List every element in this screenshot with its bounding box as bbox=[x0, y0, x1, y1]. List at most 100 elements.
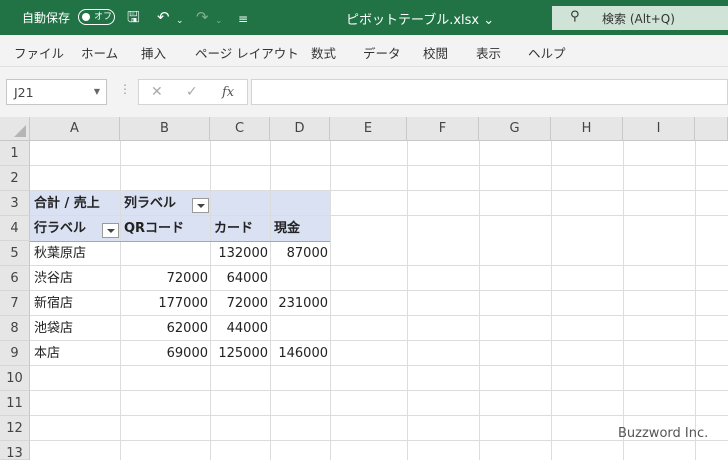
row-header-11[interactable]: 11 bbox=[0, 391, 30, 416]
name-box-value: J21 bbox=[14, 85, 34, 100]
cell-c9[interactable]: 125000 bbox=[210, 341, 268, 366]
column-header-e[interactable]: E bbox=[330, 117, 407, 141]
gridline bbox=[30, 390, 728, 391]
cell-b4[interactable]: QRコード bbox=[124, 216, 210, 241]
cell-b8[interactable]: 62000 bbox=[120, 316, 208, 341]
row-header-7[interactable]: 7 bbox=[0, 291, 30, 316]
cell-b5[interactable] bbox=[120, 241, 208, 266]
autosave-state: オフ bbox=[94, 12, 113, 22]
ribbon-tabs: ファイル ホーム 挿入 ページ レイアウト 数式 データ 校閲 表示 ヘルプ bbox=[0, 35, 728, 67]
formula-bar: J21 ▼ ⋮ ✕ ✓ fx bbox=[0, 67, 728, 117]
row-header-4[interactable]: 4 bbox=[0, 216, 30, 241]
cell-b9[interactable]: 69000 bbox=[120, 341, 208, 366]
row-header-8[interactable]: 8 bbox=[0, 316, 30, 341]
cell-a8[interactable]: 池袋店 bbox=[34, 316, 120, 341]
gridline bbox=[551, 141, 552, 460]
tab-page-layout[interactable]: ページ レイアウト bbox=[195, 43, 299, 62]
document-title[interactable]: ピボットテーブル.xlsx ⌄ bbox=[346, 9, 494, 28]
gridline bbox=[30, 415, 728, 416]
row-header-12[interactable]: 12 bbox=[0, 416, 30, 441]
gridline bbox=[695, 141, 696, 460]
tab-file[interactable]: ファイル bbox=[14, 43, 64, 62]
tab-insert[interactable]: 挿入 bbox=[141, 43, 166, 62]
cell-b3[interactable]: 列ラベル bbox=[124, 191, 190, 216]
cell-a3[interactable]: 合計 / 売上 bbox=[34, 191, 124, 216]
cell-d5[interactable]: 87000 bbox=[270, 241, 328, 266]
cell-c8[interactable]: 44000 bbox=[210, 316, 268, 341]
chevron-down-icon: ⌄ bbox=[483, 13, 495, 28]
formula-buttons: ✕ ✓ fx bbox=[138, 79, 248, 105]
row-label-filter-button[interactable] bbox=[102, 223, 119, 238]
gridline bbox=[30, 165, 728, 166]
tab-data[interactable]: データ bbox=[363, 43, 401, 62]
column-label-filter-button[interactable] bbox=[192, 198, 209, 213]
cell-d7[interactable]: 231000 bbox=[270, 291, 328, 316]
tab-home[interactable]: ホーム bbox=[81, 43, 118, 62]
cancel-icon[interactable]: ✕ bbox=[151, 84, 163, 100]
customize-toolbar-icon[interactable]: ≡ bbox=[238, 10, 248, 28]
cell-a7[interactable]: 新宿店 bbox=[34, 291, 120, 316]
column-header-b[interactable]: B bbox=[120, 117, 210, 141]
column-header-f[interactable]: F bbox=[407, 117, 479, 141]
insert-function-icon[interactable]: fx bbox=[222, 85, 234, 100]
column-header-c[interactable]: C bbox=[210, 117, 270, 141]
formula-input[interactable] bbox=[251, 79, 728, 105]
cell-c7[interactable]: 72000 bbox=[210, 291, 268, 316]
tab-review[interactable]: 校閲 bbox=[423, 43, 448, 62]
cell-d6[interactable] bbox=[270, 266, 328, 291]
cell-a9[interactable]: 本店 bbox=[34, 341, 120, 366]
title-bar: 自動保存 オフ 🖫 ↶ ⌄ ↷ ⌄ ≡ ピボットテーブル.xlsx ⌄ ⚲ 検索… bbox=[0, 0, 728, 35]
cell-a6[interactable]: 渋谷店 bbox=[34, 266, 120, 291]
search-placeholder: 検索 (Alt+Q) bbox=[602, 12, 675, 26]
autosave-label: 自動保存 bbox=[22, 11, 71, 25]
column-header-h[interactable]: H bbox=[551, 117, 623, 141]
cell-d9[interactable]: 146000 bbox=[270, 341, 328, 366]
row-header-10[interactable]: 10 bbox=[0, 366, 30, 391]
row-header-2[interactable]: 2 bbox=[0, 166, 30, 191]
cell-c4[interactable]: カード bbox=[214, 216, 270, 241]
cell-d8[interactable] bbox=[270, 316, 328, 341]
row-header-5[interactable]: 5 bbox=[0, 241, 30, 266]
gridline bbox=[479, 141, 480, 460]
toggle-knob bbox=[82, 13, 90, 21]
cell-b7[interactable]: 177000 bbox=[120, 291, 208, 316]
cell-d4[interactable]: 現金 bbox=[274, 216, 330, 241]
save-icon[interactable]: 🖫 bbox=[127, 8, 140, 26]
redo-icon[interactable]: ↷ bbox=[196, 8, 209, 26]
cell-b6[interactable]: 72000 bbox=[120, 266, 208, 291]
filename-text: ピボットテーブル.xlsx bbox=[346, 13, 480, 28]
formula-bar-separator-icon: ⋮ bbox=[119, 82, 131, 96]
undo-dropdown-icon[interactable]: ⌄ bbox=[176, 12, 184, 30]
enter-icon[interactable]: ✓ bbox=[186, 84, 198, 100]
gridline bbox=[330, 141, 331, 460]
cell-a5[interactable]: 秋葉原店 bbox=[34, 241, 120, 266]
undo-icon[interactable]: ↶ bbox=[157, 8, 170, 26]
redo-dropdown-icon[interactable]: ⌄ bbox=[215, 12, 223, 30]
column-header-a[interactable]: A bbox=[30, 117, 120, 141]
row-header-9[interactable]: 9 bbox=[0, 341, 30, 366]
row-header-13[interactable]: 13 bbox=[0, 441, 30, 461]
gridline bbox=[407, 141, 408, 460]
cell-c6[interactable]: 64000 bbox=[210, 266, 268, 291]
row-header-1[interactable]: 1 bbox=[0, 141, 30, 166]
row-header-6[interactable]: 6 bbox=[0, 266, 30, 291]
watermark: Buzzword Inc. bbox=[618, 426, 709, 441]
tab-view[interactable]: 表示 bbox=[476, 43, 501, 62]
name-box[interactable]: J21 ▼ bbox=[6, 79, 107, 105]
autosave-toggle[interactable]: オフ bbox=[78, 9, 115, 25]
tab-formulas[interactable]: 数式 bbox=[311, 43, 336, 62]
column-header-partial[interactable] bbox=[695, 117, 728, 141]
name-box-dropdown-icon[interactable]: ▼ bbox=[94, 87, 100, 96]
column-header-d[interactable]: D bbox=[270, 117, 330, 141]
tab-help[interactable]: ヘルプ bbox=[528, 43, 566, 62]
row-header-3[interactable]: 3 bbox=[0, 191, 30, 216]
worksheet-grid[interactable]: A B C D E F G H I 1 2 3 4 5 6 7 8 9 10 1… bbox=[0, 117, 728, 461]
gridline bbox=[623, 141, 624, 460]
cell-a4[interactable]: 行ラベル bbox=[34, 216, 100, 241]
column-header-i[interactable]: I bbox=[623, 117, 695, 141]
cell-c5[interactable]: 132000 bbox=[210, 241, 268, 266]
column-header-g[interactable]: G bbox=[479, 117, 551, 141]
search-icon: ⚲ bbox=[570, 9, 580, 24]
select-all-corner[interactable] bbox=[0, 117, 30, 141]
search-box[interactable]: ⚲ 検索 (Alt+Q) bbox=[552, 6, 728, 30]
